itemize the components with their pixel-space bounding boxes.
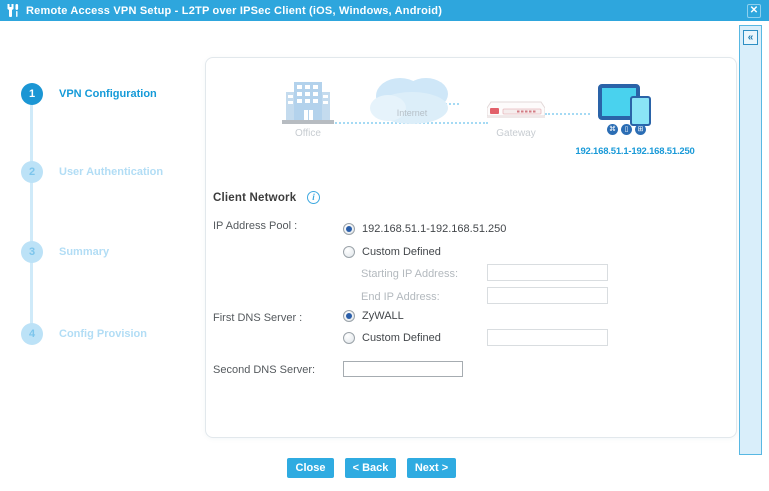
first-dns-custom-radio[interactable] bbox=[343, 332, 355, 344]
step-number-badge: 1 bbox=[21, 83, 43, 105]
client-network-heading: Client Network bbox=[213, 192, 296, 204]
step-config-provision[interactable]: 4 Config Provision bbox=[21, 323, 147, 345]
ip-pool-custom-radio[interactable] bbox=[343, 246, 355, 258]
step-number-badge: 2 bbox=[21, 161, 43, 183]
vpn-topology-diagram: Office Internet Gateway bbox=[206, 58, 736, 178]
wizard-tools-icon bbox=[6, 3, 21, 18]
help-panel-strip: « bbox=[739, 25, 762, 455]
os-android-icon: ▯ bbox=[621, 124, 632, 135]
first-dns-zywall-radio[interactable] bbox=[343, 310, 355, 322]
close-button[interactable]: Close bbox=[287, 458, 334, 478]
step-label: Summary bbox=[59, 246, 109, 258]
steps-connector-line bbox=[30, 94, 33, 334]
step-summary[interactable]: 3 Summary bbox=[21, 241, 109, 263]
os-apple-icon: ⌘ bbox=[607, 124, 618, 135]
ip-pool-default-option: 192.168.51.1-192.168.51.250 bbox=[343, 223, 506, 235]
ip-pool-default-option-label: 192.168.51.1-192.168.51.250 bbox=[362, 223, 506, 235]
wizard-window: Remote Access VPN Setup - L2TP over IPSe… bbox=[0, 0, 769, 491]
phone-icon bbox=[630, 96, 651, 126]
office-label: Office bbox=[282, 128, 334, 139]
first-dns-zywall-option-label: ZyWALL bbox=[362, 310, 404, 322]
ip-address-pool-label: IP Address Pool : bbox=[213, 220, 297, 232]
os-windows-icon: ⊞ bbox=[635, 124, 646, 135]
collapse-panel-button[interactable]: « bbox=[743, 30, 758, 45]
gateway-device-icon bbox=[487, 100, 545, 122]
second-dns-input[interactable] bbox=[343, 361, 463, 377]
office-building-icon bbox=[282, 78, 334, 126]
first-dns-custom-option: Custom Defined bbox=[343, 332, 441, 344]
ip-pool-default-radio[interactable] bbox=[343, 223, 355, 235]
step-vpn-configuration[interactable]: 1 VPN Configuration bbox=[21, 83, 157, 105]
gateway-devices-dotted-link bbox=[545, 113, 590, 115]
os-icons-row: ⌘ ▯ ⊞ bbox=[607, 124, 646, 135]
second-dns-label: Second DNS Server: bbox=[213, 364, 315, 376]
step-label: VPN Configuration bbox=[59, 88, 157, 100]
ip-pool-custom-option-label: Custom Defined bbox=[362, 246, 441, 258]
wizard-content-panel: Office Internet Gateway bbox=[205, 57, 737, 438]
next-button[interactable]: Next > bbox=[407, 458, 456, 478]
first-dns-custom-input[interactable] bbox=[487, 329, 608, 346]
first-dns-label: First DNS Server : bbox=[213, 312, 302, 324]
starting-ip-input[interactable] bbox=[487, 264, 608, 281]
titlebar: Remote Access VPN Setup - L2TP over IPSe… bbox=[0, 0, 769, 21]
step-number-badge: 4 bbox=[21, 323, 43, 345]
step-user-authentication[interactable]: 2 User Authentication bbox=[21, 161, 163, 183]
ip-pool-custom-option: Custom Defined bbox=[343, 246, 441, 258]
back-button[interactable]: < Back bbox=[345, 458, 396, 478]
step-label: User Authentication bbox=[59, 166, 163, 178]
first-dns-zywall-option: ZyWALL bbox=[343, 310, 404, 322]
internet-label: Internet bbox=[374, 108, 450, 118]
end-ip-label: End IP Address: bbox=[361, 291, 440, 303]
assigned-ip-range-label: 192.168.51.1-192.168.51.250 bbox=[570, 146, 700, 157]
client-devices-icon bbox=[598, 80, 658, 130]
first-dns-custom-option-label: Custom Defined bbox=[362, 332, 441, 344]
step-number-badge: 3 bbox=[21, 241, 43, 263]
end-ip-input[interactable] bbox=[487, 287, 608, 304]
window-title: Remote Access VPN Setup - L2TP over IPSe… bbox=[26, 5, 747, 17]
info-icon[interactable]: i bbox=[307, 191, 320, 204]
step-label: Config Provision bbox=[59, 328, 147, 340]
close-icon[interactable]: ✕ bbox=[747, 4, 761, 18]
gateway-label: Gateway bbox=[485, 128, 547, 139]
starting-ip-label: Starting IP Address: bbox=[361, 268, 458, 280]
